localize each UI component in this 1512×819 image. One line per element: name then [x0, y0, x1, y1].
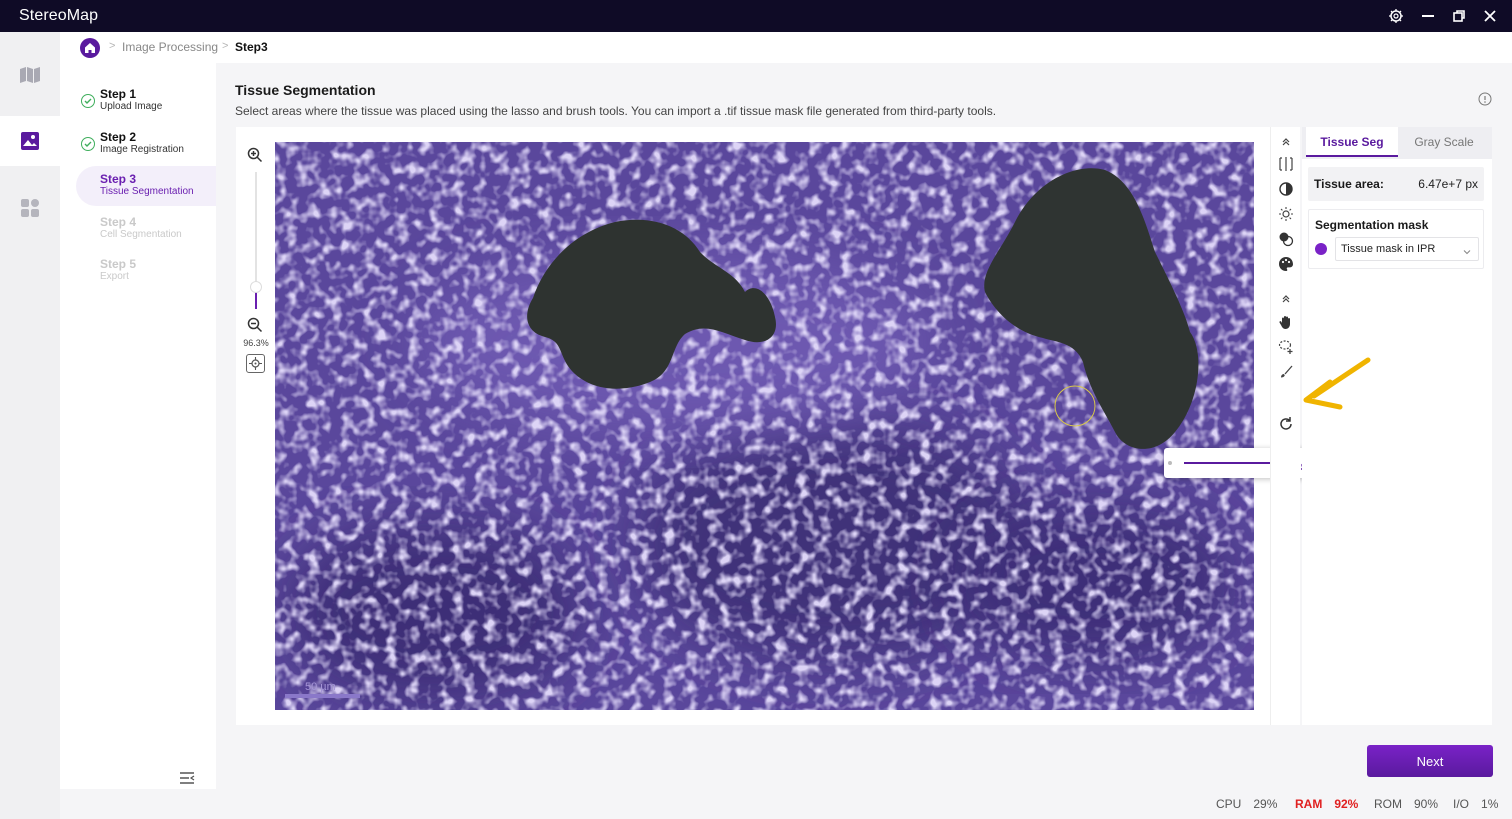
step-title: Step 3: [100, 172, 137, 186]
main-content: Tissue Segmentation Select areas where t…: [216, 63, 1512, 789]
step-1[interactable]: Step 1 Upload Image: [76, 81, 216, 121]
tissue-area-label: Tissue area:: [1314, 177, 1384, 191]
collapse-sidebar-icon[interactable]: [178, 769, 196, 787]
title-bar: StereoMap: [0, 0, 1512, 32]
segmentation-panel: Tissue Seg Gray Scale Tissue area: 6.47e…: [1302, 127, 1492, 725]
nav-rail: [0, 32, 60, 819]
rail-item-image-processing[interactable]: [0, 116, 60, 166]
app-title: StereoMap: [19, 7, 99, 24]
channels-icon[interactable]: [1276, 229, 1296, 249]
rail-item-map[interactable]: [0, 50, 60, 100]
step-subtitle: Image Registration: [100, 144, 184, 155]
home-button[interactable]: [80, 38, 100, 58]
step-title: Step 2: [100, 130, 137, 144]
cpu-usage: CPU 29%: [1216, 797, 1278, 811]
step-2[interactable]: Step 2 Image Registration: [76, 124, 216, 164]
step-subtitle: Cell Segmentation: [100, 229, 182, 240]
restore-icon[interactable]: [1449, 6, 1469, 26]
flip-icon[interactable]: [1276, 154, 1296, 174]
page-description: Select areas where the tissue was placed…: [235, 104, 997, 118]
io-usage: I/O 1%: [1453, 797, 1499, 811]
breadcrumb-separator: >: [109, 40, 116, 52]
step-title: Step 1: [100, 87, 137, 101]
tissue-image[interactable]: 50 µm: [275, 142, 1254, 710]
help-icon[interactable]: [1478, 92, 1492, 106]
annotation-arrow-icon: [1303, 357, 1371, 410]
settings-icon[interactable]: [1386, 6, 1406, 26]
collapse-up-icon[interactable]: [1276, 131, 1296, 151]
step-5: Step 5 Export: [76, 251, 216, 291]
tissue-area-box: Tissue area: 6.47e+7 px: [1308, 167, 1484, 201]
tool-column: [1270, 127, 1300, 725]
palette-icon[interactable]: [1276, 254, 1296, 274]
zoom-controls: 96.3%: [236, 127, 276, 725]
image-processing-icon: [21, 132, 39, 150]
rom-usage: ROM 90%: [1374, 797, 1439, 811]
zoom-level: 96.3%: [243, 338, 269, 348]
fit-to-view-icon[interactable]: [246, 354, 265, 373]
breadcrumb-separator: >: [222, 40, 229, 52]
steps-panel: Step 1 Upload Image Step 2 Image Registr…: [60, 63, 216, 789]
brightness-icon[interactable]: [1276, 204, 1296, 224]
tab-tissue-seg[interactable]: Tissue Seg: [1306, 127, 1398, 157]
brush-min-dot: [1168, 461, 1172, 465]
lasso-add-icon[interactable]: [1276, 337, 1296, 357]
tab-gray-scale[interactable]: Gray Scale: [1398, 127, 1490, 157]
mask-select-value: Tissue mask in IPR: [1341, 243, 1436, 255]
reset-icon[interactable]: [1276, 414, 1296, 434]
next-button[interactable]: Next: [1367, 745, 1493, 777]
segmentation-mask-title: Segmentation mask: [1315, 218, 1429, 232]
scale-bar: [285, 694, 360, 698]
breadcrumb-current: Step3: [235, 40, 268, 54]
check-icon: [81, 137, 95, 151]
page-title: Tissue Segmentation: [235, 82, 376, 98]
brush-icon[interactable]: [1276, 362, 1296, 382]
panel-tabs: Tissue Seg Gray Scale: [1302, 127, 1492, 159]
hand-pan-icon[interactable]: [1276, 312, 1296, 332]
breadcrumb-image-processing[interactable]: Image Processing: [122, 40, 218, 54]
scale-bar-label: 50 µm: [305, 681, 336, 693]
step-subtitle: Export: [100, 271, 129, 282]
rail-item-apps[interactable]: [0, 183, 60, 233]
minimize-icon[interactable]: [1418, 6, 1438, 26]
zoom-out-icon[interactable]: [247, 317, 263, 338]
check-icon: [81, 94, 95, 108]
status-bar: CPU 29% RAM 92% ROM 90% I/O 1%: [216, 789, 1512, 819]
image-viewer: 96.3% 50 µm: [236, 127, 1320, 725]
collapse-up-icon[interactable]: [1276, 288, 1296, 308]
mask-select[interactable]: Tissue mask in IPR: [1335, 237, 1479, 261]
step-4: Step 4 Cell Segmentation: [76, 209, 216, 249]
step-3[interactable]: Step 3 Tissue Segmentation: [76, 166, 216, 206]
step-title: Step 5: [100, 257, 137, 271]
step-title: Step 4: [100, 215, 137, 229]
zoom-in-icon[interactable]: [247, 147, 263, 168]
tissue-area-value: 6.47e+7 px: [1418, 177, 1478, 191]
close-icon[interactable]: [1480, 6, 1500, 26]
segmentation-mask-box: Segmentation mask Tissue mask in IPR: [1308, 209, 1484, 269]
mask-color-swatch[interactable]: [1315, 243, 1327, 255]
chevron-down-icon: [1462, 244, 1472, 255]
breadcrumb: > Image Processing > Step3: [60, 32, 1512, 63]
apps-icon: [21, 199, 39, 217]
step-subtitle: Upload Image: [100, 101, 163, 112]
ram-usage: RAM 92%: [1295, 797, 1359, 811]
zoom-slider-handle[interactable]: [250, 281, 262, 293]
step-subtitle: Tissue Segmentation: [100, 186, 194, 197]
brush-size-slider[interactable]: [1184, 462, 1282, 464]
map-icon: [20, 67, 40, 83]
contrast-icon[interactable]: [1276, 179, 1296, 199]
home-icon: [85, 43, 95, 53]
